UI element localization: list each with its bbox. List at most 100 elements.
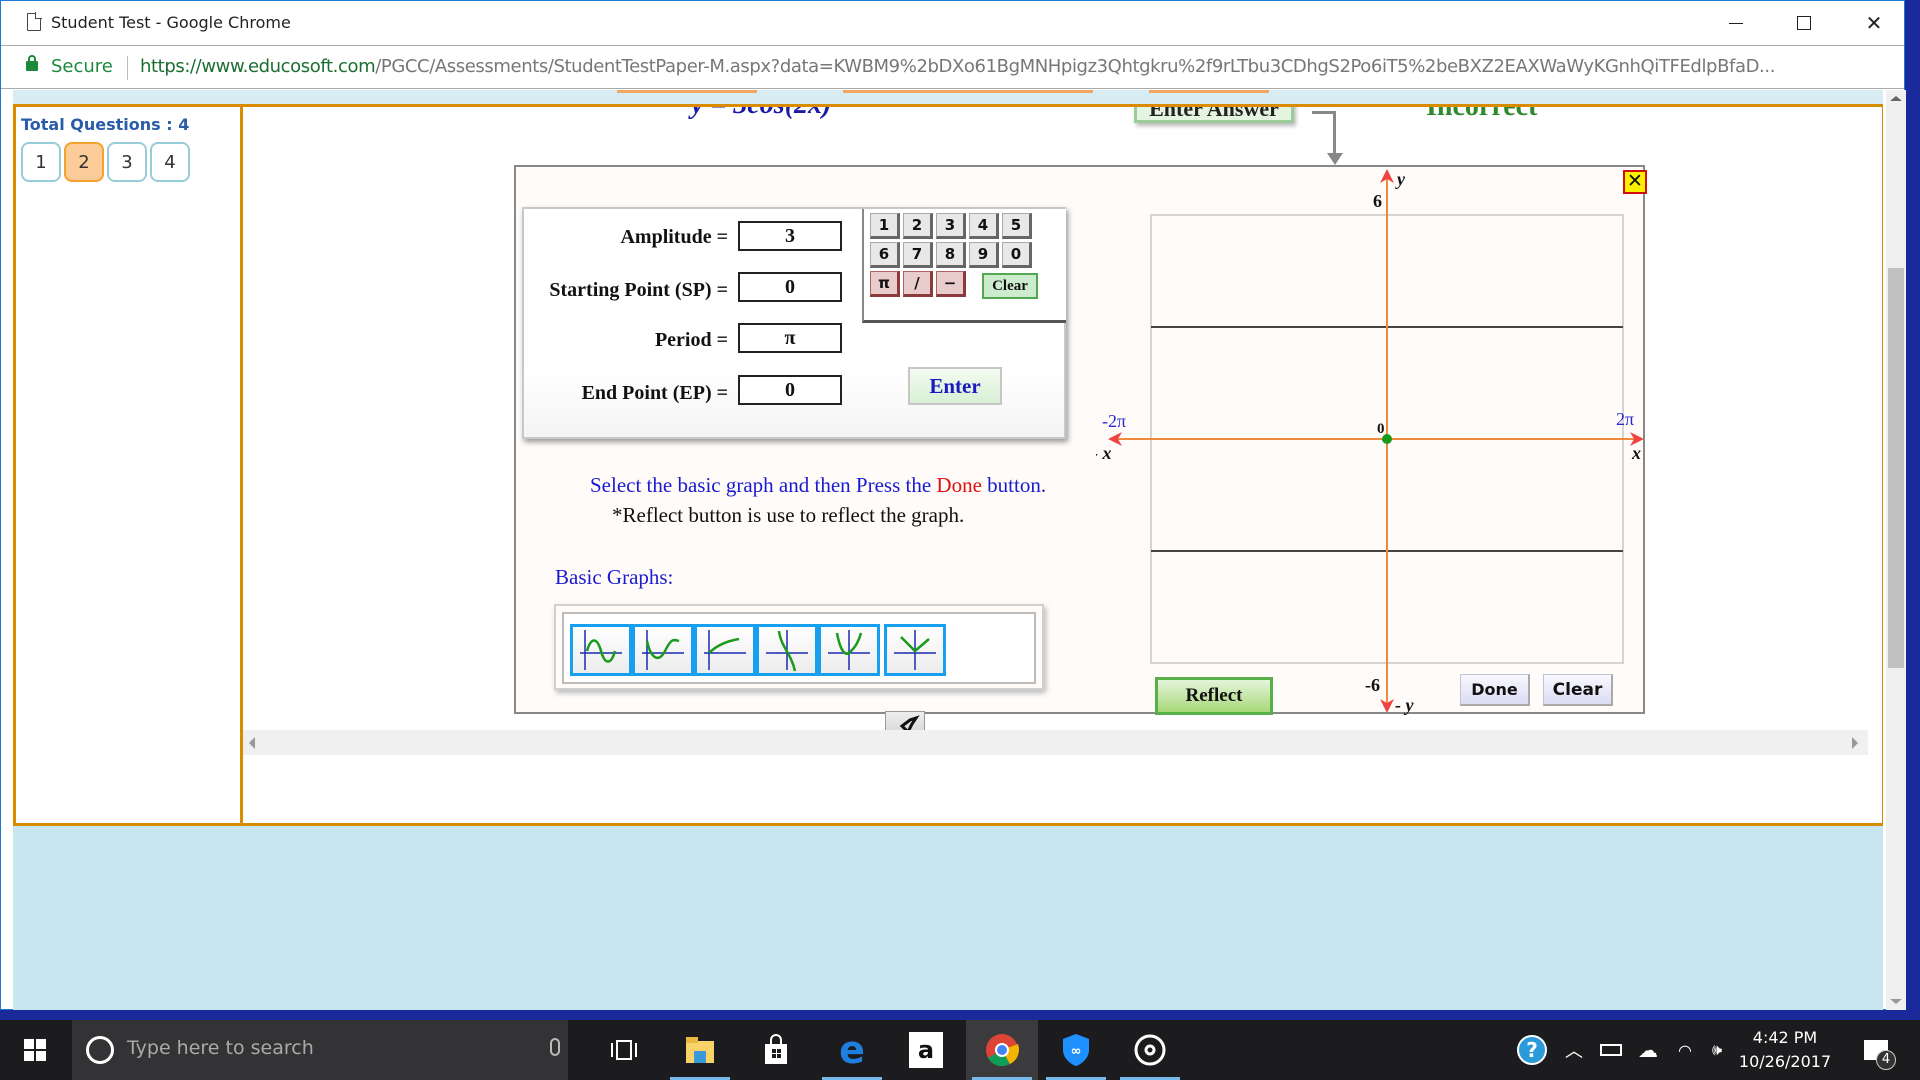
question-content: y = 3cos(2x) Enter Answer Incorrect Ampl…: [246, 107, 1866, 747]
basic-graph-button-2[interactable]: [632, 624, 694, 676]
help-icon: ?: [1517, 1035, 1547, 1065]
connector-line: [1333, 111, 1336, 155]
secure-label[interactable]: Secure: [51, 56, 113, 77]
graph-tool-dialog: Amplitude = 3 Starting Point (SP) = 0 Pe…: [514, 165, 1647, 716]
y-max-label: 6: [1373, 191, 1382, 211]
y-neg-axis-label: - y: [1395, 695, 1414, 715]
url-field[interactable]: https://www.educosoft.com/PGCC/Assessmen…: [140, 56, 1870, 77]
action-center-button[interactable]: 4: [1856, 1020, 1896, 1080]
keypad-key-5[interactable]: 5: [1002, 213, 1032, 239]
basic-graph-button-3[interactable]: [694, 624, 756, 676]
reflect-button[interactable]: Reflect: [1155, 677, 1273, 715]
period-label: Period =: [654, 329, 728, 351]
close-window-button[interactable]: ✕: [1839, 1, 1909, 45]
basic-graph-button-4[interactable]: [756, 624, 818, 676]
keypad-key-pi[interactable]: π: [870, 271, 900, 297]
file-explorer-button[interactable]: [664, 1020, 736, 1080]
content-horizontal-scrollbar[interactable]: [243, 730, 1868, 755]
keypad-key-9[interactable]: 9: [969, 242, 999, 268]
taskbar-search[interactable]: Type here to search: [72, 1020, 568, 1080]
done-button[interactable]: Done: [1460, 674, 1530, 706]
test-frame: Total Questions : 4 1234 y = 3cos(2x) En…: [13, 104, 1883, 826]
show-hidden-icons-button[interactable]: ︿: [1560, 1020, 1588, 1080]
microphone-icon[interactable]: [550, 1038, 560, 1056]
square-root-graph-icon: [704, 630, 746, 670]
x-axis-label: x: [1631, 443, 1641, 463]
store-button[interactable]: [740, 1020, 812, 1080]
groove-music-icon: [1134, 1034, 1166, 1066]
x-min-label: -2π: [1102, 411, 1126, 431]
enter-button[interactable]: Enter: [908, 367, 1002, 405]
question-button-2[interactable]: 2: [64, 142, 104, 182]
chrome-icon: [986, 1034, 1020, 1067]
basic-graph-button-5[interactable]: [818, 624, 880, 676]
volume-button[interactable]: 🕪: [1704, 1020, 1730, 1080]
onedrive-button[interactable]: ☁: [1632, 1020, 1664, 1080]
start-button[interactable]: [0, 1020, 70, 1080]
vpn-button[interactable]: ∞: [1040, 1020, 1112, 1080]
scroll-up-icon[interactable]: [1890, 96, 1902, 101]
keypad-key-3[interactable]: 3: [936, 213, 966, 239]
top-tab[interactable]: [843, 90, 1093, 93]
sine-graph-icon: [580, 630, 622, 670]
keypad-key-8[interactable]: 8: [936, 242, 966, 268]
keypad-key-1[interactable]: 1: [870, 213, 900, 239]
keypad-key-0[interactable]: 0: [1002, 242, 1032, 268]
total-questions-label: Total Questions : 4: [21, 115, 190, 134]
chrome-button[interactable]: [966, 1020, 1038, 1080]
page-vertical-scrollbar[interactable]: [1886, 90, 1906, 1010]
keypad-key-2[interactable]: 2: [903, 213, 933, 239]
minimize-icon: [1729, 22, 1743, 24]
groove-music-button[interactable]: [1114, 1020, 1186, 1080]
graph-clear-button[interactable]: Clear: [1543, 674, 1613, 706]
help-tray-button[interactable]: ?: [1512, 1020, 1552, 1080]
top-tab[interactable]: [617, 90, 757, 93]
clock[interactable]: 4:42 PM 10/26/2017: [1730, 1026, 1840, 1074]
vpn-icon: ∞: [1063, 1034, 1089, 1066]
keypad-key-4[interactable]: 4: [969, 213, 999, 239]
svg-text:∞: ∞: [1071, 1044, 1082, 1059]
lock-icon: [26, 55, 38, 71]
top-tab[interactable]: [1149, 90, 1269, 93]
url-path: /PGCC/Assessments/StudentTestPaper-M.asp…: [375, 56, 1776, 77]
question-button-1[interactable]: 1: [21, 142, 61, 182]
scroll-down-icon[interactable]: [1890, 999, 1902, 1004]
keypad-key-minus[interactable]: −: [936, 271, 966, 297]
keypad-key-6[interactable]: 6: [870, 242, 900, 268]
maximize-button[interactable]: [1769, 1, 1839, 45]
keypad-key-slash[interactable]: /: [903, 271, 933, 297]
end-point-input[interactable]: 0: [738, 375, 842, 405]
amazon-icon: a: [909, 1032, 943, 1068]
answer-status: Incorrect: [1426, 107, 1537, 123]
amplitude-input[interactable]: 3: [738, 221, 842, 251]
close-dialog-button[interactable]: ✕: [1623, 170, 1647, 194]
basic-graph-button-6[interactable]: [884, 624, 946, 676]
address-bar[interactable]: Secure https://www.educosoft.com/PGCC/As…: [1, 45, 1904, 89]
keypad-key-7[interactable]: 7: [903, 242, 933, 268]
period-input[interactable]: π: [738, 323, 842, 353]
wifi-button[interactable]: ◠: [1670, 1020, 1700, 1080]
x-neg-axis-label: - x: [1096, 443, 1112, 463]
enter-answer-button[interactable]: Enter Answer: [1134, 107, 1294, 123]
separator: [127, 56, 128, 80]
question-button-3[interactable]: 3: [107, 142, 147, 182]
amazon-button[interactable]: a: [890, 1020, 962, 1080]
edge-button[interactable]: e: [816, 1020, 888, 1080]
battery-button[interactable]: [1596, 1020, 1626, 1080]
page-icon: [27, 12, 42, 31]
cubic-graph-icon: [766, 630, 808, 672]
search-placeholder: Type here to search: [127, 1037, 314, 1059]
top-tabs-strip: [13, 90, 1883, 104]
starting-point-input[interactable]: 0: [738, 272, 842, 302]
scroll-left-icon[interactable]: [249, 737, 255, 749]
question-button-4[interactable]: 4: [150, 142, 190, 182]
scroll-thumb[interactable]: [1888, 268, 1904, 668]
task-view-button[interactable]: [588, 1020, 660, 1080]
y-min-label: -6: [1365, 675, 1380, 695]
minimize-button[interactable]: [1701, 1, 1771, 45]
keypad-clear-button[interactable]: Clear: [982, 273, 1038, 299]
graph-canvas[interactable]: y6 -6 - y 0 -2π 2π - x x: [1096, 167, 1645, 716]
notification-count: 4: [1876, 1050, 1896, 1070]
basic-graph-button-1[interactable]: [570, 624, 632, 676]
scroll-right-icon[interactable]: [1852, 737, 1858, 749]
